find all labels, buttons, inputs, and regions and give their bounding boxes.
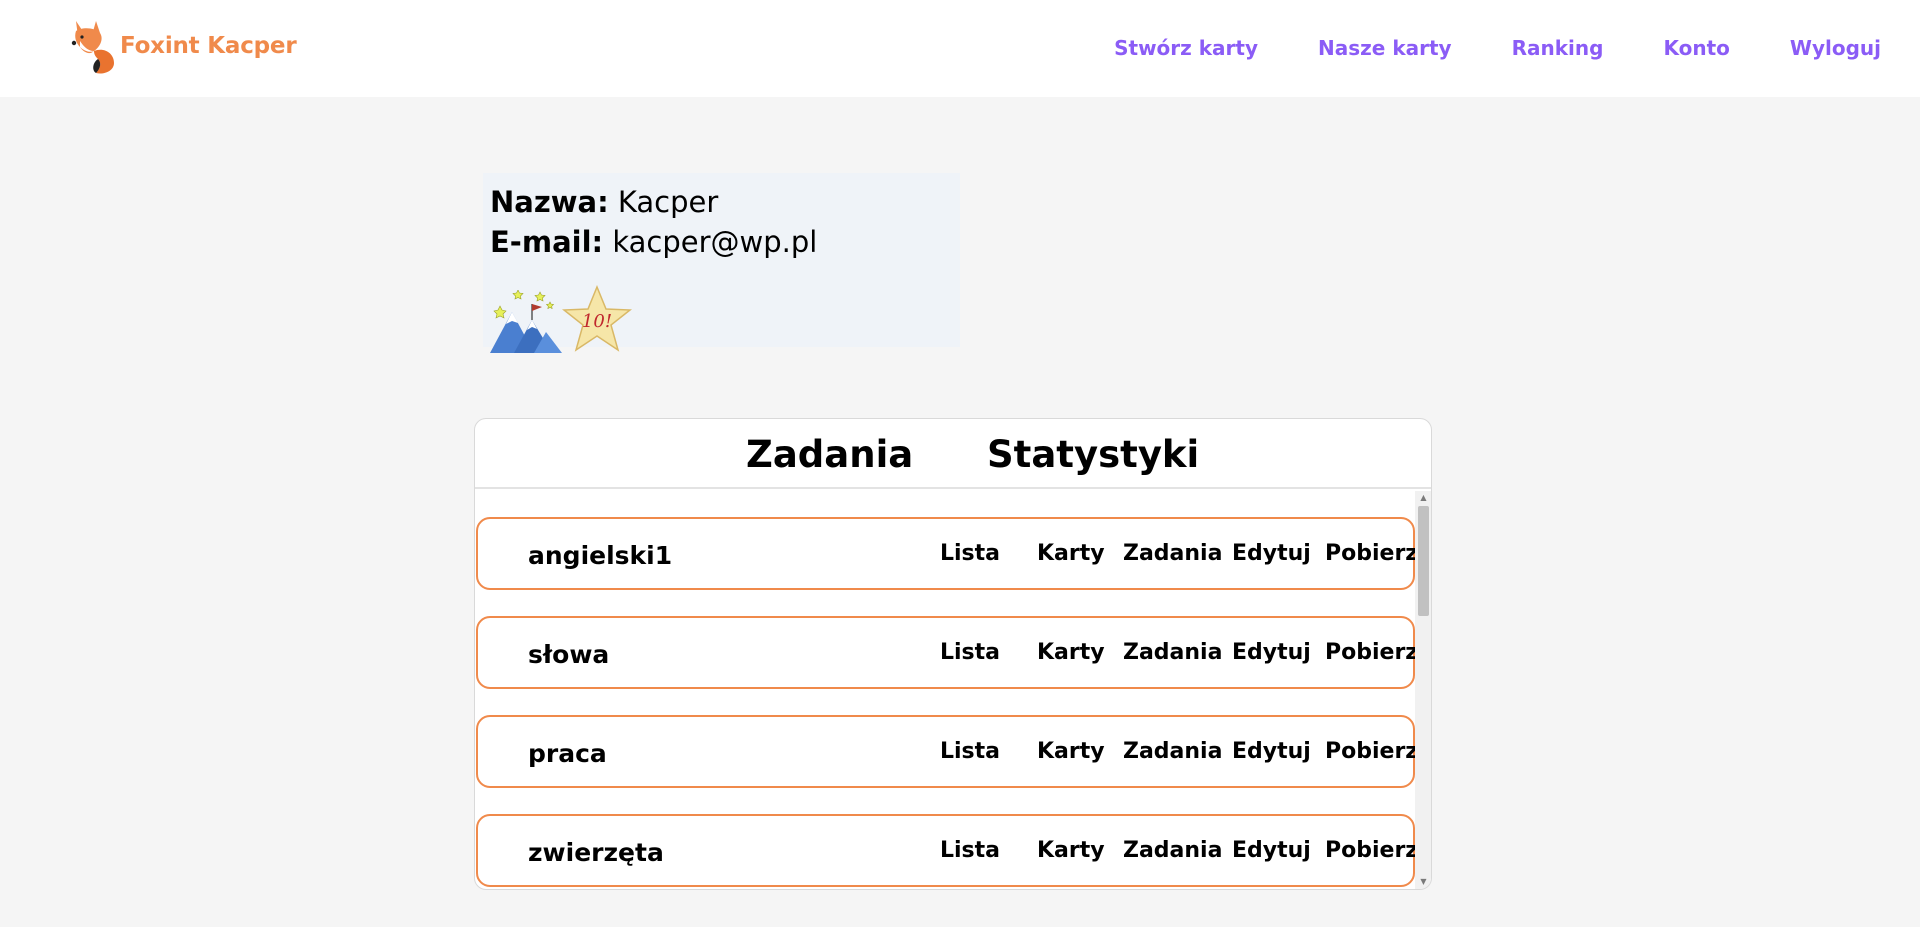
fox-logo-icon [71, 21, 114, 74]
tasks-button[interactable]: Zadania [1123, 838, 1222, 863]
brand-link[interactable]: Foxint Kacper [70, 16, 297, 76]
account-info-card: Nazwa: Kacper E-mail: kacper@wp.pl 10! [483, 173, 960, 353]
nav-our-cards[interactable]: Nasze karty [1318, 36, 1452, 60]
list-title: słowa [528, 640, 610, 669]
mountain-peak-badge-icon [490, 290, 562, 353]
account-email-line: E-mail: kacper@wp.pl [490, 225, 817, 259]
cards-button[interactable]: Karty [1037, 838, 1105, 863]
main-nav: Stwórz karty Nasze karty Ranking Konto W… [1114, 36, 1881, 60]
star-10-badge-icon: 10! [562, 285, 632, 352]
list-item: zwierzęta Lista Karty Zadania Edytuj Pob… [476, 814, 1415, 887]
panel-tabs: Zadania Statystyki [475, 419, 1431, 489]
scroll-down-arrow-icon[interactable]: ▼ [1415, 875, 1431, 889]
edit-button[interactable]: Edytuj [1232, 739, 1311, 764]
lists-panel: Zadania Statystyki angielski1 Lista Kart… [474, 418, 1432, 890]
tab-statistics[interactable]: Statystyki [987, 433, 1199, 476]
edit-button[interactable]: Edytuj [1232, 838, 1311, 863]
list-button[interactable]: Lista [940, 640, 1000, 665]
name-value: Kacper [617, 185, 719, 219]
list-title: angielski1 [528, 541, 673, 570]
star-badge-text: 10! [582, 311, 612, 332]
name-label: Nazwa: [490, 185, 609, 219]
achievement-badges: 10! [490, 285, 632, 353]
nav-create-cards[interactable]: Stwórz karty [1114, 36, 1258, 60]
download-button[interactable]: Pobierz [1325, 640, 1415, 665]
top-navbar: Foxint Kacper Stwórz karty Nasze karty R… [0, 0, 1920, 97]
list-title: zwierzęta [528, 838, 664, 867]
tab-tasks[interactable]: Zadania [746, 433, 913, 476]
email-value: kacper@wp.pl [612, 225, 818, 259]
list-item: angielski1 Lista Karty Zadania Edytuj Po… [476, 517, 1415, 590]
scroll-thumb[interactable] [1418, 506, 1429, 616]
scroll-up-arrow-icon[interactable]: ▲ [1415, 491, 1431, 505]
edit-button[interactable]: Edytuj [1232, 541, 1311, 566]
download-button[interactable]: Pobierz [1325, 541, 1415, 566]
tasks-button[interactable]: Zadania [1123, 541, 1222, 566]
vertical-scrollbar[interactable]: ▲ ▼ [1415, 491, 1431, 889]
download-button[interactable]: Pobierz [1325, 838, 1415, 863]
list-item: słowa Lista Karty Zadania Edytuj Pobierz [476, 616, 1415, 689]
account-name-line: Nazwa: Kacper [490, 185, 718, 219]
email-label: E-mail: [490, 225, 604, 259]
nav-account[interactable]: Konto [1663, 36, 1729, 60]
download-button[interactable]: Pobierz [1325, 739, 1415, 764]
nav-ranking[interactable]: Ranking [1512, 36, 1604, 60]
list-title: praca [528, 739, 607, 768]
list-item: praca Lista Karty Zadania Edytuj Pobierz [476, 715, 1415, 788]
nav-logout[interactable]: Wyloguj [1790, 36, 1881, 60]
list-button[interactable]: Lista [940, 541, 1000, 566]
edit-button[interactable]: Edytuj [1232, 640, 1311, 665]
list-button[interactable]: Lista [940, 838, 1000, 863]
cards-button[interactable]: Karty [1037, 640, 1105, 665]
cards-button[interactable]: Karty [1037, 739, 1105, 764]
list-button[interactable]: Lista [940, 739, 1000, 764]
card-lists-scroll-area[interactable]: angielski1 Lista Karty Zadania Edytuj Po… [475, 491, 1415, 889]
tasks-button[interactable]: Zadania [1123, 640, 1222, 665]
cards-button[interactable]: Karty [1037, 541, 1105, 566]
tasks-button[interactable]: Zadania [1123, 739, 1222, 764]
brand-name[interactable]: Foxint Kacper [120, 33, 297, 59]
